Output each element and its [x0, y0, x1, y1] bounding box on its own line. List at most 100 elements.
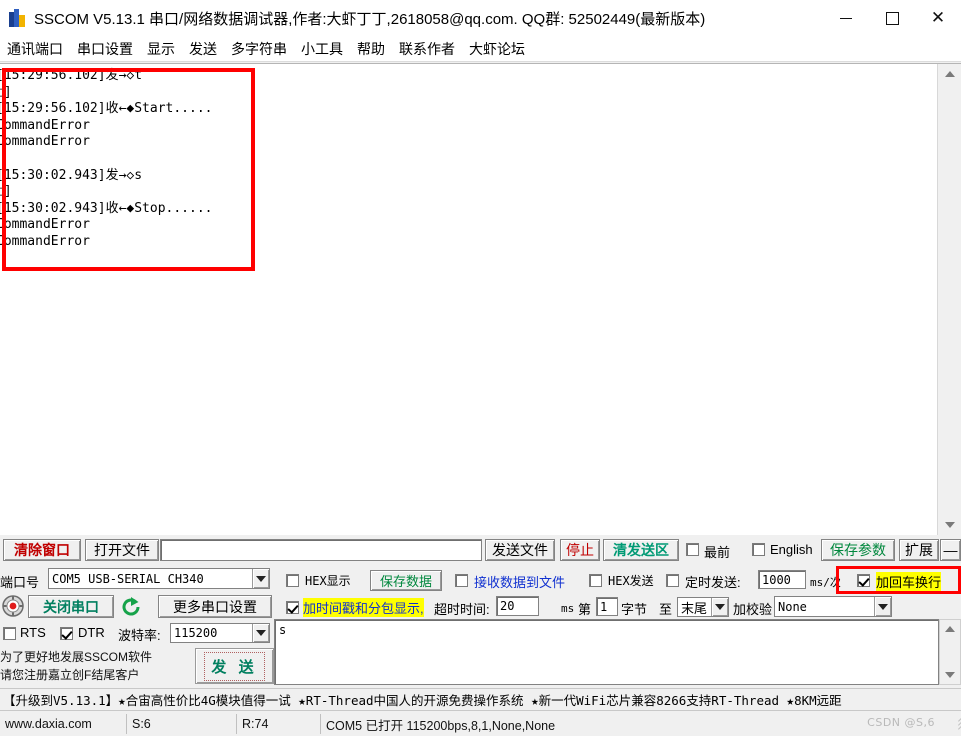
- terminal-line: [15:29:56.102]发→◇t: [0, 68, 143, 83]
- timestamp-label: 加时间戳和分包显示,: [303, 598, 424, 617]
- terminal-line: □]: [0, 184, 12, 200]
- send-button[interactable]: 发 送: [195, 648, 274, 684]
- status-website[interactable]: www.daxia.com: [0, 714, 126, 734]
- window-title: SSCOM V5.13.1 串口/网络数据调试器,作者:大虾丁丁,2618058…: [34, 10, 706, 28]
- rts-label: RTS: [20, 625, 46, 640]
- byte-end-select[interactable]: 末尾: [677, 597, 729, 617]
- promo-line-2: 请您注册嘉立创F结尾客户: [0, 668, 140, 682]
- send-file-button[interactable]: 发送文件: [485, 539, 555, 561]
- menu-item-help[interactable]: 帮助: [350, 39, 392, 59]
- chevron-down-icon[interactable]: [252, 624, 269, 642]
- byte-range-prefix-label: 第: [578, 602, 592, 617]
- port-select-value: COM5 USB-SERIAL CH340: [52, 571, 204, 586]
- topmost-label: 最前: [704, 545, 731, 560]
- checksum-label: 加校验: [733, 602, 773, 617]
- maximize-icon: [885, 11, 899, 25]
- byte-end-value: 末尾: [681, 600, 708, 616]
- hex-send-checkbox[interactable]: [589, 574, 602, 587]
- byte-start-input[interactable]: 1: [596, 597, 618, 616]
- timed-send-input[interactable]: 1000: [758, 570, 806, 589]
- menu-item-multi-string[interactable]: 多字符串: [224, 39, 294, 59]
- dtr-label: DTR: [78, 625, 105, 640]
- file-path-input[interactable]: [160, 539, 482, 561]
- checksum-value: None: [778, 599, 807, 614]
- promo-line-1: 为了更好地发展SSCOM软件: [0, 650, 153, 664]
- receive-to-file-label: 接收数据到文件: [474, 575, 566, 590]
- chevron-down-icon[interactable]: [711, 598, 728, 616]
- rts-checkbox[interactable]: [3, 627, 16, 640]
- english-checkbox[interactable]: [752, 543, 765, 556]
- close-button[interactable]: ✕: [915, 0, 961, 36]
- minimize-icon: [840, 17, 852, 19]
- menu-item-send[interactable]: 发送: [182, 39, 224, 59]
- scroll-up-icon[interactable]: [940, 620, 960, 638]
- status-received-count: R:74: [236, 714, 320, 734]
- ad-banner-text: 【升级到V5.13.1】★合宙高性价比4G模块值得一试 ★RT-Thread中国…: [3, 693, 842, 708]
- port-select[interactable]: COM5 USB-SERIAL CH340: [48, 568, 270, 589]
- terminal-line: CommandError: [0, 117, 90, 133]
- timed-send-checkbox[interactable]: [666, 574, 679, 587]
- byte-unit-label: 字节: [621, 602, 648, 617]
- receive-to-file-checkbox[interactable]: [455, 574, 468, 587]
- send-button-label: 发 送: [204, 651, 265, 681]
- terminal-line: CommandError: [0, 217, 90, 233]
- timeout-input[interactable]: 20: [496, 596, 539, 616]
- timeout-unit-label: ms: [561, 602, 575, 615]
- csdn-watermark: CSDN @S,6: [867, 716, 935, 729]
- more-port-settings-button[interactable]: 更多串口设置: [158, 595, 272, 618]
- timeout-label: 超时时间:: [434, 602, 490, 617]
- resize-grip[interactable]: [945, 712, 961, 734]
- append-crlf-checkbox[interactable]: [857, 574, 870, 587]
- minimize-button[interactable]: [823, 0, 869, 36]
- scroll-up-icon[interactable]: [938, 64, 961, 84]
- save-data-button[interactable]: 保存数据: [370, 570, 442, 591]
- menu-item-serial-settings[interactable]: 串口设置: [70, 39, 140, 59]
- timestamp-checkbox[interactable]: [286, 601, 299, 614]
- send-textarea[interactable]: s: [274, 619, 939, 685]
- clear-window-button[interactable]: 清除窗口: [3, 539, 81, 561]
- stop-button[interactable]: 停止: [560, 539, 600, 561]
- save-params-button[interactable]: 保存参数: [821, 539, 895, 561]
- menu-item-display[interactable]: 显示: [140, 39, 182, 59]
- port-label: 端口号: [0, 575, 40, 590]
- scroll-down-icon[interactable]: [940, 666, 960, 684]
- receive-textarea[interactable]: [15:29:56.102]发→◇t □] [15:29:56.102]收←◆S…: [0, 64, 938, 535]
- hex-display-checkbox[interactable]: [286, 574, 299, 587]
- extend-button[interactable]: 扩展: [899, 539, 939, 561]
- receive-scrollbar[interactable]: [937, 64, 961, 535]
- send-file-toolbar: 清除窗口 打开文件 发送文件 停止 清发送区 最前 English 保存参数 扩…: [0, 537, 961, 563]
- title-bar: SSCOM V5.13.1 串口/网络数据调试器,作者:大虾丁丁,2618058…: [0, 0, 961, 36]
- menu-item-comm-port[interactable]: 通讯端口: [0, 39, 70, 59]
- clear-send-area-button[interactable]: 清发送区: [603, 539, 679, 561]
- port-status-indicator-icon: [2, 595, 24, 617]
- serial-port-panel: 端口号 COM5 USB-SERIAL CH340 关闭串口 更多串口设置 RT…: [0, 566, 274, 688]
- english-label: English: [770, 542, 813, 557]
- status-bar: www.daxia.com S:6 R:74 COM5 已打开 115200bp…: [0, 712, 961, 736]
- ad-banner[interactable]: 【升级到V5.13.1】★合宙高性价比4G模块值得一试 ★RT-Thread中国…: [0, 688, 961, 711]
- status-sent-count: S:6: [126, 714, 236, 734]
- scroll-down-icon[interactable]: [938, 515, 961, 535]
- terminal-line: CommandError: [0, 233, 90, 249]
- open-file-button[interactable]: 打开文件: [85, 539, 159, 561]
- collapse-button[interactable]: —: [940, 539, 961, 561]
- checksum-select[interactable]: None: [774, 596, 892, 617]
- menu-item-forum[interactable]: 大虾论坛: [462, 39, 532, 59]
- terminal-line: [15:30:02.943]发→◇s: [0, 167, 143, 183]
- maximize-button[interactable]: [869, 0, 915, 36]
- topmost-checkbox[interactable]: [686, 543, 699, 556]
- terminal-line: [15:30:02.943]收←◆Stop......: [0, 200, 213, 216]
- chevron-down-icon[interactable]: [874, 597, 891, 616]
- menu-item-tools[interactable]: 小工具: [294, 39, 350, 59]
- hex-send-label: HEX发送: [608, 574, 654, 588]
- refresh-ports-icon[interactable]: [120, 596, 142, 618]
- terminal-line: □]: [0, 84, 12, 100]
- baud-rate-select[interactable]: 115200: [170, 623, 270, 643]
- chevron-down-icon[interactable]: [252, 569, 269, 588]
- menu-bar: 通讯端口 串口设置 显示 发送 多字符串 小工具 帮助 联系作者 大虾论坛: [0, 36, 961, 62]
- close-port-button[interactable]: 关闭串口: [28, 595, 114, 618]
- menu-item-contact-author[interactable]: 联系作者: [392, 39, 462, 59]
- send-scrollbar[interactable]: [939, 619, 961, 685]
- dtr-checkbox[interactable]: [60, 627, 73, 640]
- window-controls: ✕: [823, 0, 961, 36]
